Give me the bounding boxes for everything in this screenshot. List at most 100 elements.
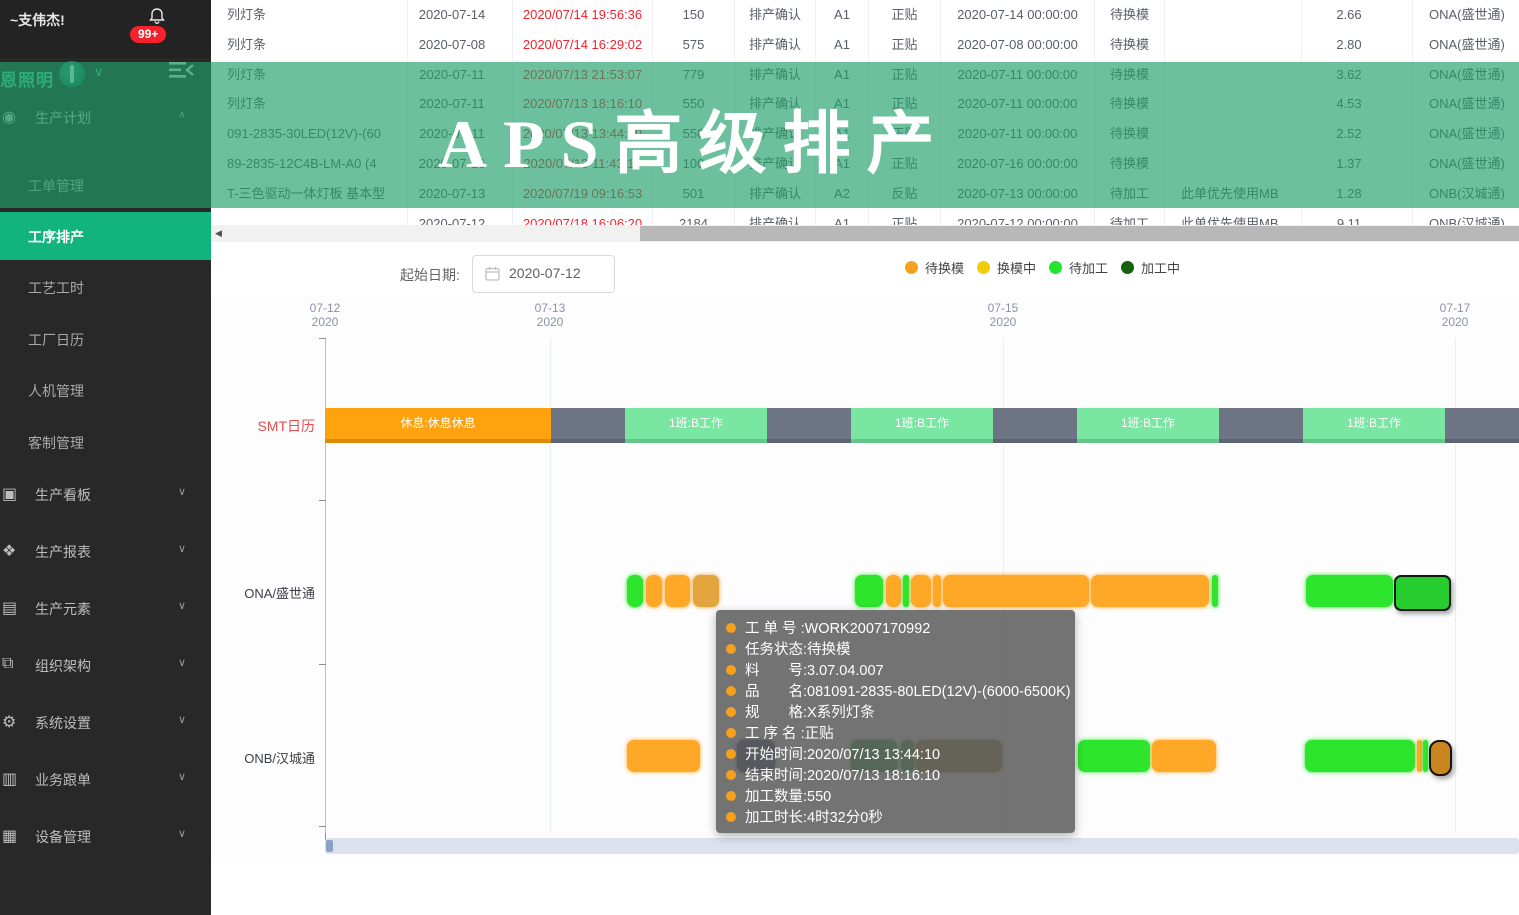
bullet-dot-icon [726,748,736,759]
sidebar-item-6[interactable]: ⚙ 系统设置 ∨ [0,701,211,743]
tooltip-text: 开始时间:2020/07/13 13:44:10 [745,747,941,763]
table-horizontal-scrollbar[interactable]: ◀ [211,225,1519,242]
table-row[interactable]: 列灯条 2020-07-11 2020/07/13 21:53:07 779 排产确认 A… [211,59,1519,91]
sidebar-item-5[interactable]: ⧉ 组织架构 ∨ [0,644,211,686]
sidebar-item-4[interactable]: ▤ 生产元素 ∨ [0,587,211,629]
table-cell: 2020-07-16 00:00:00 [941,149,1095,179]
tooltip-text: 品 名:081091-2835-80LED(12V)-(6000-6500K) [745,684,1071,700]
gantt-task-bar[interactable] [886,575,901,607]
gantt-row-label: ONA/盛世通 [244,586,315,601]
calendar-block[interactable] [1445,408,1519,443]
gantt-task-bar[interactable] [903,575,909,607]
tooltip-line: 加工时长:4时32分0秒 [726,806,1075,827]
avatar[interactable] [59,61,85,87]
calendar-block[interactable]: 休息:休息休息 [325,408,551,443]
sidebar-item-label: 生产报表 [35,544,91,560]
gantt-task-bar[interactable] [855,575,883,607]
tooltip-text: 结束时间:2020/07/13 18:16:10 [745,768,941,784]
table-row[interactable]: 列灯条 2020-07-14 2020/07/14 19:56:36 150 排产确认 A… [211,0,1519,31]
gantt-task-bar[interactable] [1429,740,1452,776]
gantt-task-bar[interactable] [627,575,643,607]
calendar-block[interactable] [1219,408,1303,443]
gantt-task-bar[interactable] [1152,740,1216,772]
gantt-horizontal-scrollbar[interactable] [325,838,1519,854]
gantt-task-bar[interactable] [1423,740,1428,772]
start-date-input[interactable]: 2020-07-12 [472,255,615,293]
calendar-block[interactable]: 1班:B工作 [851,408,993,443]
sidebar-subitem-人机管理[interactable]: 人机管理 [0,366,211,414]
calendar-block[interactable]: 1班:B工作 [625,408,767,443]
table-cell: 3.62 [1286,59,1413,90]
sidebar-item-8[interactable]: ▦ 设备管理 ∨ [0,815,211,857]
sidebar-item-2[interactable]: ▣ 生产看板 ∨ [0,473,211,515]
bullet-dot-icon [726,685,736,696]
chevron-down-icon: ∨ [178,486,187,498]
sidebar-subitem-客制管理[interactable]: 客制管理 [0,418,211,466]
table-cell: 2020-07-11 [392,119,513,150]
sidebar-item-1[interactable]: ◉ 生产计划 ∧ [0,96,211,138]
status-legend: 待换模 换模中 待加工 加工中 [905,257,1180,277]
tooltip-line: 加工数量:550 [726,785,1075,806]
menu-fold-icon[interactable] [168,60,194,85]
gantt-task-bar[interactable] [665,575,690,607]
gantt-task-bar[interactable] [1212,575,1218,607]
chevron-down-icon[interactable]: ∨ [94,64,104,80]
calendar-icon [485,266,500,286]
gantt-task-bar[interactable] [1394,575,1451,611]
gantt-task-bar[interactable] [646,575,662,607]
notification-badge[interactable]: 99+ [130,26,167,43]
gantt-row-label: ONB/汉城通 [244,751,315,766]
gantt-task-bar[interactable] [627,740,700,772]
table-row[interactable]: T-三色驱动一体灯板 基本型 2020-07-13 2020/07/19 09:16… [211,178,1519,210]
user-greeting: ~支伟杰! [10,12,65,28]
sidebar-subitem-label: 工艺工时 [28,280,84,296]
calendar-block[interactable] [993,408,1077,443]
table-cell [1165,89,1302,120]
table-cell: 2020-07-13 00:00:00 [941,178,1095,209]
tooltip-text: 料 号:3.07.04.007 [745,663,884,679]
gantt-task-bar[interactable] [933,575,941,607]
sidebar-item-label: 生产计划 [35,110,91,126]
gantt-task-bar[interactable] [693,575,719,607]
table-cell: 2020/07/13 13:44:10 [513,119,653,150]
sidebar-subitem-工艺工时[interactable]: 工艺工时 [0,263,211,311]
table-cell: 排产确认 [735,29,816,60]
sidebar-subitem-工单管理[interactable]: 工单管理 [0,161,211,209]
table-row[interactable]: 89-2835-12C4B-LM-A0 (4 2020-07-16 2020/07/… [211,149,1519,180]
chevron-up-icon: ∧ [178,109,187,121]
table-cell: 2020/07/13 11:43:10 [513,149,653,179]
table-cell: 2020-07-14 [392,0,513,30]
table-cell: 2020-07-11 [392,89,513,120]
table-cell: ONA(盛世通) [1413,60,1519,90]
tooltip-text: 任务状态:待换模 [745,642,851,658]
gantt-scrollbar-thumb[interactable] [326,840,333,852]
gantt-task-bar[interactable] [1091,575,1209,607]
calendar-block[interactable]: 1班:B工作 [1077,408,1219,443]
table-cell: 排产确认 [735,119,816,150]
table-scrollbar-thumb[interactable] [640,226,1519,241]
chevron-down-icon: ∨ [178,600,187,612]
gantt-task-bar[interactable] [911,575,931,607]
sidebar-subitem-label: 客制管理 [28,435,84,451]
gantt-task-bar[interactable] [943,575,1089,607]
gantt-task-bar[interactable] [1306,575,1393,607]
table-cell: 779 [653,59,735,90]
table-cell: 2020-07-11 [392,59,513,90]
sidebar-subitem-工序排产[interactable]: 工序排产 [0,212,211,260]
gantt-task-bar[interactable] [1417,740,1422,772]
calendar-block[interactable] [767,408,851,443]
gantt-task-bar[interactable] [1078,740,1150,772]
scroll-left-arrow-icon[interactable]: ◀ [215,228,222,239]
table-row[interactable]: 091-2835-30LED(12V)-(60 2020-07-11 2020/07… [211,119,1519,151]
calendar-block[interactable] [551,408,625,443]
table-row[interactable]: 列灯条 2020-07-08 2020/07/14 16:29:02 575 排产确认 A… [211,29,1519,61]
sidebar-subitem-工厂日历[interactable]: 工厂日历 [0,315,211,363]
sidebar-item-label: 组织架构 [35,658,91,674]
gantt-task-bar[interactable] [1305,740,1415,772]
tooltip-text: 规 格:X系列灯条 [745,705,875,721]
sidebar-item-3[interactable]: ❖ 生产报表 ∨ [0,530,211,572]
calendar-block[interactable]: 1班:B工作 [1303,408,1445,443]
sidebar-item-7[interactable]: ▥ 业务跟单 ∨ [0,758,211,800]
axis-tick [319,826,326,827]
table-row[interactable]: 列灯条 2020-07-11 2020/07/13 18:16:10 550 排产确认 A… [211,89,1519,121]
